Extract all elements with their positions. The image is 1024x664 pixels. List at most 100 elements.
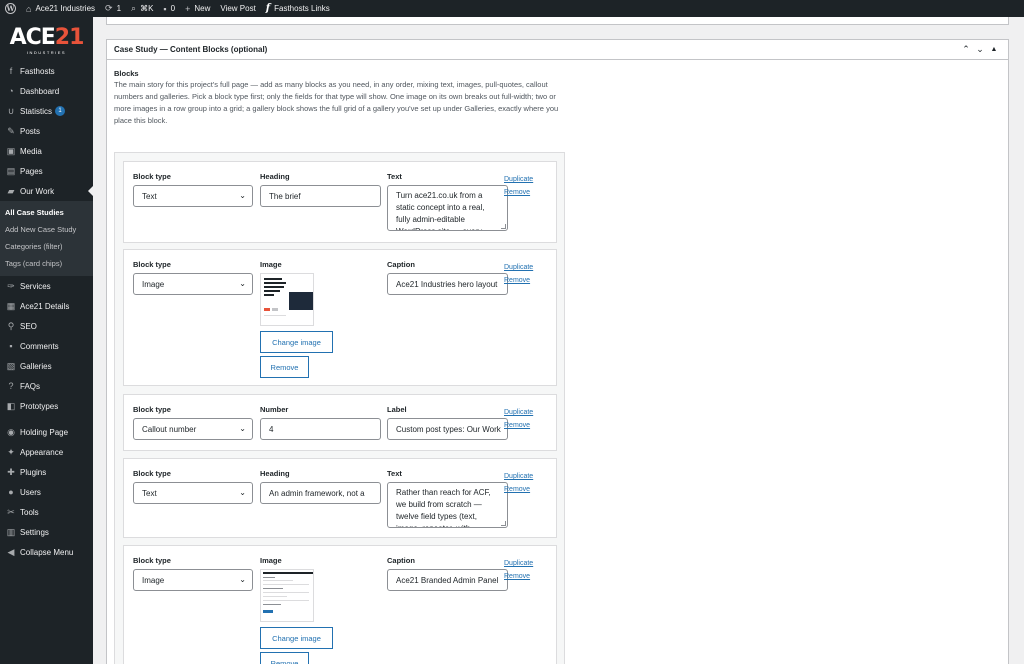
plugins-icon: ✚ — [7, 466, 15, 477]
caption-label: Caption — [387, 556, 415, 565]
sidebar-item-fasthosts[interactable]: f Fasthosts — [0, 61, 93, 81]
image-thumbnail[interactable] — [260, 273, 314, 326]
block-type-label: Block type — [133, 556, 171, 565]
sidebar-item-users[interactable]: ● Users — [0, 482, 93, 502]
sidebar-item-holding-page[interactable]: ◉ Holding Page — [0, 422, 93, 442]
new-content-link[interactable]: + New — [180, 0, 215, 17]
sidebar-item-statistics[interactable]: ∪ Statistics 1 — [0, 101, 93, 121]
media-icon: ▣ — [6, 145, 16, 156]
sidebar-item-label: Dashboard — [20, 86, 60, 96]
text-label: Text — [387, 469, 402, 478]
plus-icon: + — [185, 3, 191, 14]
sidebar-item-galleries[interactable]: ▧ Galleries — [0, 356, 93, 376]
number-input[interactable]: 4 — [260, 418, 381, 440]
fasthosts-icon: f — [9, 66, 13, 76]
chevron-down-icon: ⌄ — [239, 488, 246, 497]
duplicate-link[interactable]: Duplicate — [504, 470, 533, 483]
block-type-label: Block type — [133, 172, 171, 181]
appearance-icon: ✦ — [7, 446, 15, 457]
main-content: Case Study — Content Blocks (optional) ⌃… — [93, 17, 1024, 664]
submenu-item-categories-filter[interactable]: Categories (filter) — [0, 238, 93, 255]
heading-input[interactable]: The brief — [260, 185, 381, 207]
duplicate-link[interactable]: Duplicate — [504, 261, 533, 274]
duplicate-link[interactable]: Duplicate — [504, 406, 533, 419]
label-label: Label — [387, 405, 407, 414]
command-palette-button[interactable]: ⌕ ⌘K — [126, 0, 158, 17]
sidebar-item-prototypes[interactable]: ◧ Prototypes — [0, 396, 93, 416]
remove-link[interactable]: Remove — [504, 570, 533, 583]
view-post-link[interactable]: View Post — [215, 0, 260, 17]
sidebar-item-label: Media — [20, 146, 42, 156]
sidebar-item-media[interactable]: ▣ Media — [0, 141, 93, 161]
updates-link[interactable]: ⟳ 1 — [100, 0, 126, 17]
move-up-icon[interactable]: ⌃ — [959, 44, 973, 55]
resize-grip-icon[interactable] — [501, 224, 506, 229]
text-textarea[interactable]: Turn ace21.co.uk from a static concept i… — [387, 185, 508, 231]
sidebar-item-collapse-menu[interactable]: ◀ Collapse Menu — [0, 542, 93, 562]
remove-link[interactable]: Remove — [504, 483, 533, 496]
logo-mark-text: ACE — [9, 25, 56, 50]
details-icon: ▦ — [6, 300, 16, 311]
sidebar-item-faqs[interactable]: ? FAQs — [0, 376, 93, 396]
block-type-label: Block type — [133, 260, 171, 269]
wordpress-logo-icon: W — [5, 3, 16, 14]
pages-icon: ▤ — [6, 165, 16, 176]
sidebar-item-settings[interactable]: ▥ Settings — [0, 522, 93, 542]
holding-icon: ◉ — [7, 426, 15, 437]
sidebar-item-ace21-details[interactable]: ▦ Ace21 Details — [0, 296, 93, 316]
faq-icon: ? — [8, 381, 14, 391]
remove-image-button[interactable]: Remove — [260, 356, 309, 378]
fasthosts-icon: f — [265, 3, 271, 14]
move-down-icon[interactable]: ⌄ — [973, 44, 987, 55]
collapse-icon: ◀ — [7, 546, 15, 557]
submenu-item-tags-card-chips[interactable]: Tags (card chips) — [0, 255, 93, 272]
comments-link[interactable]: ▪ 0 — [158, 0, 180, 17]
settings-icon: ▥ — [6, 526, 16, 537]
our-work-submenu: All Case Studies Add New Case Study Catego… — [0, 201, 93, 276]
block-type-select[interactable]: Image ⌄ — [133, 273, 253, 295]
remove-image-button[interactable]: Remove — [260, 652, 309, 664]
image-thumbnail[interactable] — [260, 569, 314, 622]
caption-input[interactable]: Ace21 Industries hero layout — [387, 273, 508, 295]
comment-icon: ▪ — [163, 3, 167, 14]
wrench-icon: ✑ — [7, 280, 15, 291]
wordpress-menu[interactable]: W — [0, 0, 21, 17]
admin-bar: W ⌂ Ace21 Industries ⟳ 1 ⌕ ⌘K ▪ 0 + New View … — [0, 0, 1024, 17]
sidebar-item-our-work[interactable]: ▰ Our Work — [0, 181, 93, 201]
sidebar-item-comments[interactable]: ▪ Comments — [0, 336, 93, 356]
label-input[interactable]: Custom post types: Our Work — [387, 418, 508, 440]
duplicate-link[interactable]: Duplicate — [504, 557, 533, 570]
resize-grip-icon[interactable] — [501, 521, 506, 526]
duplicate-link[interactable]: Duplicate — [504, 173, 533, 186]
sidebar-item-dashboard[interactable]: ◔ Dashboard — [0, 81, 93, 101]
block-type-select[interactable]: Callout number ⌄ — [133, 418, 253, 440]
sidebar-item-appearance[interactable]: ✦ Appearance — [0, 442, 93, 462]
remove-link[interactable]: Remove — [504, 419, 533, 432]
block-type-select[interactable]: Text ⌄ — [133, 482, 253, 504]
heading-input[interactable]: An admin framework, not a — [260, 482, 381, 504]
change-image-button[interactable]: Change image — [260, 627, 333, 649]
block-type-select[interactable]: Text ⌄ — [133, 185, 253, 207]
blocks-field-label: Blocks — [114, 69, 139, 78]
sidebar-item-seo[interactable]: ⚲ SEO — [0, 316, 93, 336]
prototypes-icon: ◧ — [6, 400, 16, 411]
site-name-link[interactable]: ⌂ Ace21 Industries — [21, 0, 100, 17]
fasthosts-links-menu[interactable]: f Fasthosts Links — [261, 0, 335, 17]
text-textarea[interactable]: Rather than reach for ACF, we build from… — [387, 482, 508, 528]
sidebar-item-posts[interactable]: ✎ Posts — [0, 121, 93, 141]
remove-link[interactable]: Remove — [504, 186, 533, 199]
heading-label: Heading — [260, 172, 290, 181]
sidebar-item-pages[interactable]: ▤ Pages — [0, 161, 93, 181]
sidebar-item-plugins[interactable]: ✚ Plugins — [0, 462, 93, 482]
submenu-item-add-new-case-study[interactable]: Add New Case Study — [0, 221, 93, 238]
sidebar-item-services[interactable]: ✑ Services — [0, 276, 93, 296]
metabox-header: Case Study — Content Blocks (optional) ⌃… — [107, 40, 1008, 60]
submenu-item-all-case-studies[interactable]: All Case Studies — [0, 204, 93, 221]
caption-input[interactable]: Ace21 Branded Admin Panel — [387, 569, 508, 591]
collapse-toggle-icon[interactable]: ▲ — [987, 46, 1001, 53]
block-type-select[interactable]: Image ⌄ — [133, 569, 253, 591]
sidebar-item-tools[interactable]: ✂ Tools — [0, 502, 93, 522]
change-image-button[interactable]: Change image — [260, 331, 333, 353]
site-logo[interactable]: ACE21 INDUSTRIES — [0, 17, 93, 61]
remove-link[interactable]: Remove — [504, 274, 533, 287]
